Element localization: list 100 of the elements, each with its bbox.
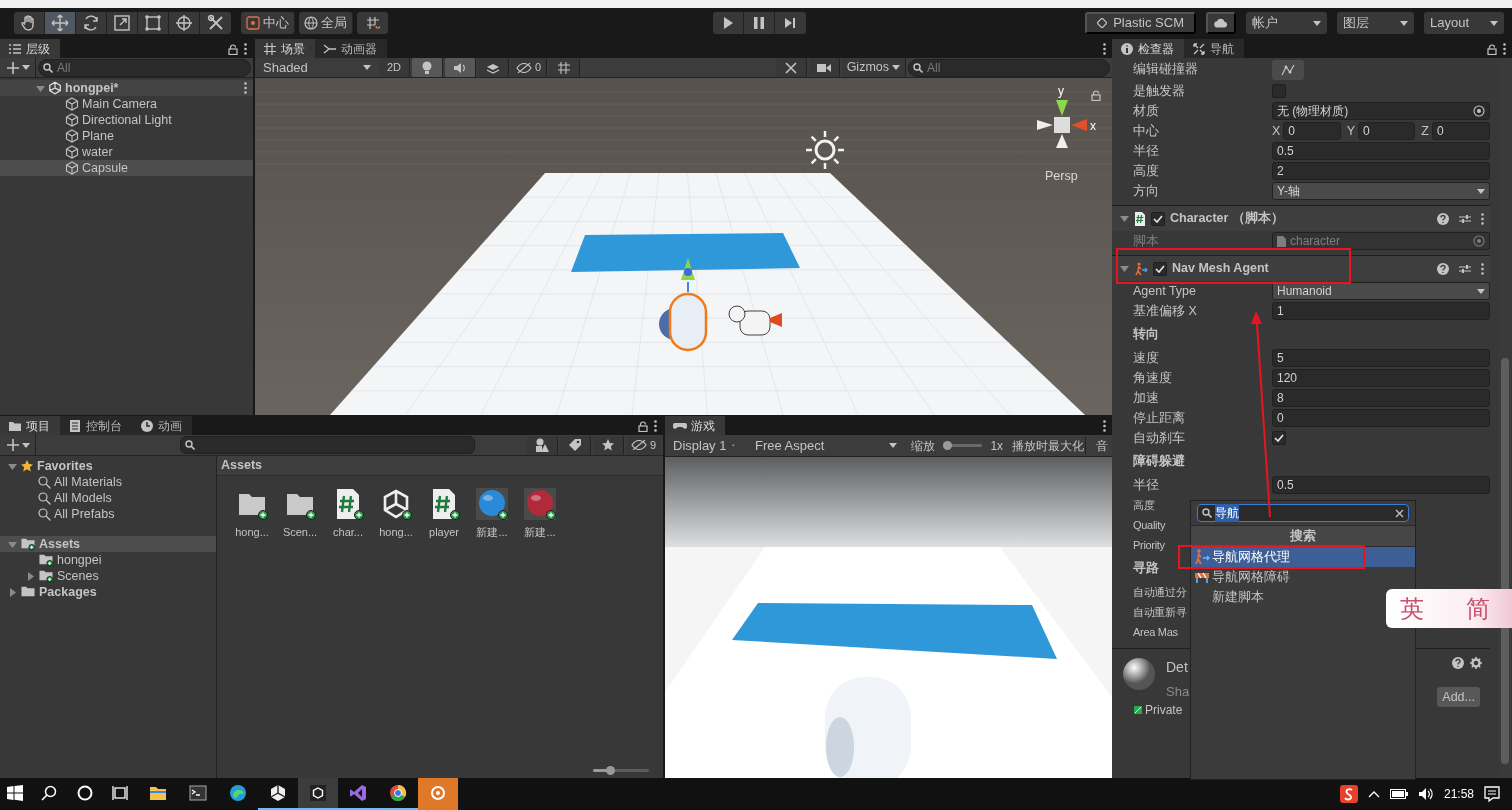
2d-toggle[interactable]: 2D xyxy=(379,58,410,77)
asset-item[interactable]: char... xyxy=(325,488,371,763)
checkbox[interactable] xyxy=(1272,431,1286,445)
asset-item[interactable]: 新建... xyxy=(469,488,515,763)
project-tree-item[interactable]: All Models xyxy=(0,490,216,506)
asset-item[interactable]: 新建... xyxy=(517,488,563,763)
plastic-scm-button[interactable]: Plastic SCM xyxy=(1085,12,1196,34)
input-field[interactable]: 0 xyxy=(1431,122,1490,140)
asset-item[interactable]: hong... xyxy=(229,488,275,763)
panel-tab[interactable]: 层级 xyxy=(0,39,60,58)
input-field[interactable]: 0.5 xyxy=(1272,476,1490,494)
input-field[interactable]: 120 xyxy=(1272,369,1490,387)
ime-mode-label[interactable]: 简 xyxy=(1466,590,1490,627)
input-field[interactable]: 8 xyxy=(1272,389,1490,407)
ime-mode-label[interactable]: 英 xyxy=(1400,590,1424,627)
project-tree-item[interactable]: Packages xyxy=(0,584,216,600)
pivot-button[interactable]: 中心 xyxy=(241,12,295,34)
panel-tab[interactable]: 动画 xyxy=(132,416,192,435)
project-tree-item[interactable]: Scenes xyxy=(0,568,216,584)
favorite-button[interactable] xyxy=(592,435,624,455)
taskbar-app[interactable] xyxy=(298,778,338,810)
asset-item[interactable]: player xyxy=(421,488,467,763)
panel-tab[interactable]: 场景 xyxy=(255,39,315,58)
breadcrumb[interactable]: Assets xyxy=(217,456,663,476)
tool-button[interactable] xyxy=(107,12,138,34)
menu-item[interactable]: 新建脚本 xyxy=(1191,587,1268,607)
layout-dropdown[interactable]: Layout xyxy=(1424,12,1504,34)
add-button[interactable]: Add... xyxy=(1437,687,1480,707)
effects-dropdown[interactable] xyxy=(478,58,509,77)
project-tree-item[interactable]: Assets xyxy=(0,536,216,552)
hierarchy-item[interactable]: Plane xyxy=(0,128,253,144)
component-header[interactable]: Character （脚本） xyxy=(1112,205,1490,231)
hierarchy-item[interactable]: Directional Light xyxy=(0,112,253,128)
account-dropdown[interactable]: 帐户 xyxy=(1246,12,1327,34)
tools-button[interactable] xyxy=(775,58,807,77)
hierarchy-item[interactable]: water xyxy=(0,144,253,160)
input-field[interactable]: 0 xyxy=(1272,409,1490,427)
playback-button[interactable] xyxy=(743,12,775,34)
more-options-icon xyxy=(244,82,247,94)
label-filter-button[interactable] xyxy=(559,435,591,455)
panel-tab[interactable]: 游戏 xyxy=(665,416,725,435)
layers-dropdown[interactable]: 图层 xyxy=(1337,12,1414,34)
panel-tab[interactable]: 控制台 xyxy=(60,416,132,435)
walking-figure-icon xyxy=(1134,261,1148,276)
camera-dropdown[interactable] xyxy=(808,58,840,77)
panel-tab[interactable]: 项目 xyxy=(0,416,60,435)
input-field[interactable]: 0.5 xyxy=(1272,142,1490,160)
menu-item[interactable]: 导航网格代理 xyxy=(1191,547,1415,567)
audio-toggle[interactable]: 音 xyxy=(1094,436,1110,455)
dropdown[interactable]: Y-轴 xyxy=(1272,182,1490,200)
gizmos-dropdown[interactable]: Gizmos xyxy=(841,58,906,77)
grid-dropdown[interactable] xyxy=(549,58,581,77)
tool-button[interactable] xyxy=(76,12,107,34)
component-header[interactable]: Nav Mesh Agent xyxy=(1112,255,1490,281)
hierarchy-item[interactable]: Capsule xyxy=(0,160,253,176)
tool-button[interactable] xyxy=(14,12,45,34)
dropdown[interactable]: Humanoid xyxy=(1272,282,1490,300)
input-field[interactable]: 5 xyxy=(1272,349,1490,367)
type-filter-button[interactable] xyxy=(526,435,558,455)
audio-toggle[interactable] xyxy=(445,58,476,77)
input-field[interactable]: 0 xyxy=(1283,122,1341,140)
project-tree-item[interactable]: All Prefabs xyxy=(0,506,216,522)
cloud-button[interactable] xyxy=(1206,12,1236,34)
hierarchy-item[interactable]: Main Camera xyxy=(0,96,253,112)
checkbox[interactable] xyxy=(1272,84,1286,98)
project-tree-item[interactable]: hongpei xyxy=(0,552,216,568)
search-field[interactable] xyxy=(180,436,475,454)
tool-button[interactable] xyxy=(169,12,200,34)
checkbox[interactable] xyxy=(1151,211,1165,226)
lighting-toggle[interactable] xyxy=(412,58,443,77)
menu-item[interactable]: 导航网格障碍 xyxy=(1191,567,1294,587)
playback-button[interactable] xyxy=(774,12,806,34)
icon-size-slider[interactable] xyxy=(593,769,649,772)
input-field[interactable]: 2 xyxy=(1272,162,1490,180)
hidden-objects-toggle[interactable]: 0 xyxy=(511,58,548,77)
aspect-dropdown[interactable]: Free Aspect xyxy=(749,436,904,455)
asset-item[interactable]: hong... xyxy=(373,488,419,763)
panel-tab[interactable]: 检查器 xyxy=(1112,39,1184,58)
asset-item[interactable]: Scen... xyxy=(277,488,323,763)
project-tree-item[interactable]: All Materials xyxy=(0,474,216,490)
search-field[interactable]: 导航 xyxy=(1197,504,1409,522)
clock-time[interactable]: 21:58 xyxy=(1443,785,1474,803)
global-button[interactable]: 全局 xyxy=(299,12,353,34)
input-field[interactable]: 0 xyxy=(1358,122,1416,140)
input-field[interactable]: 1 xyxy=(1272,302,1490,320)
panel-tab[interactable]: 动画器 xyxy=(315,39,387,58)
display-dropdown[interactable]: Display 1 xyxy=(667,436,741,455)
panel-tab[interactable]: 导航 xyxy=(1184,39,1244,58)
project-tree-item[interactable]: Favorites xyxy=(0,458,216,474)
hidden-packages-toggle[interactable]: 9 xyxy=(625,435,661,455)
maximize-toggle[interactable]: 播放时最大化 xyxy=(1011,436,1087,455)
scale-slider[interactable] xyxy=(943,444,983,447)
snap-button[interactable] xyxy=(357,12,388,34)
tool-button[interactable] xyxy=(138,12,169,34)
edit-collider-button[interactable] xyxy=(1272,59,1304,80)
object-field[interactable]: 无 (物理材质) xyxy=(1272,102,1490,120)
tool-button[interactable] xyxy=(200,12,231,34)
playback-button[interactable] xyxy=(712,12,744,34)
checkbox[interactable] xyxy=(1153,261,1167,276)
tool-button[interactable] xyxy=(45,12,76,34)
